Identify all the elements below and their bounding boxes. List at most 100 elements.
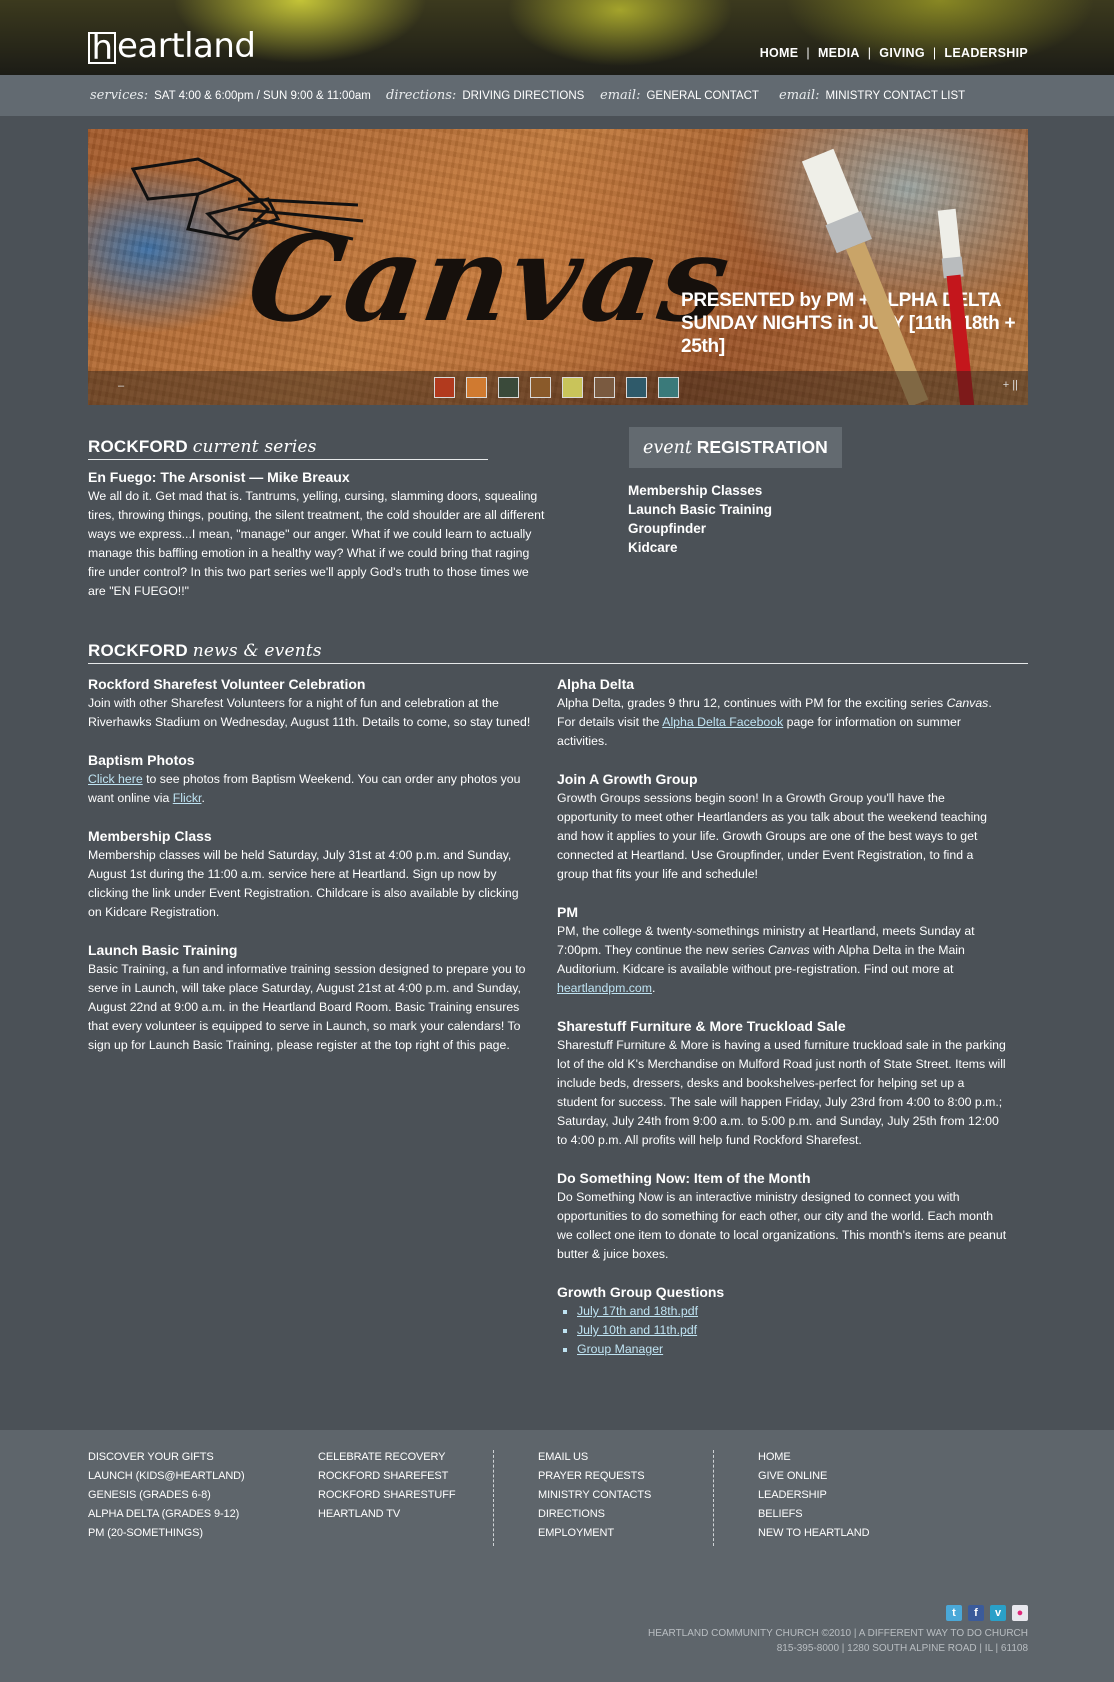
news-item-text: Alpha Delta, grades 9 thru 12, continues… [557,696,947,710]
slideshow-controls[interactable]: + || [1003,379,1018,391]
vimeo-icon[interactable]: v [990,1605,1006,1621]
footer-link[interactable]: NEW TO HEARTLAND [758,1524,870,1543]
footer-link[interactable]: GENESIS (GRADES 6-8) [88,1486,245,1505]
slide-thumbnail-3[interactable] [498,377,519,398]
address-line: 815-395-8000 | 1280 SOUTH ALPINE ROAD | … [776,1643,1028,1654]
file-link-july-10-11[interactable]: July 10th and 11th.pdf [577,1323,697,1337]
news-item-text: . [652,981,656,995]
ministry-contact-list-link[interactable]: MINISTRY CONTACT LIST [825,90,965,102]
footer-column-programs: CELEBRATE RECOVERY ROCKFORD SHAREFEST RO… [318,1448,456,1524]
general-contact-link[interactable]: GENERAL CONTACT [646,90,758,102]
slide-thumbnail-5[interactable] [562,377,583,398]
baptism-photos-click-here-link[interactable]: Click here [88,772,143,786]
news-item-growth-group-questions: Growth Group Questions July 17th and 18t… [557,1283,1007,1359]
growth-group-files-list: July 17th and 18th.pdf July 10th and 11t… [557,1302,1007,1359]
directions-info: directions: DRIVING DIRECTIONS [386,88,584,103]
current-series-heading-bold: ROCKFORD [88,437,188,456]
services-times: SAT 4:00 & 6:00pm / SUN 9:00 & 11:00am [154,90,371,102]
news-item-body: Join with other Sharefest Volunteers for… [88,696,531,729]
news-heading-script: news & events [192,641,322,661]
footer-link[interactable]: PM (20-SOMETHINGS) [88,1524,245,1543]
kidcare-link[interactable]: Kidcare [628,538,772,557]
slide-thumbnail-8[interactable] [658,377,679,398]
nav-media[interactable]: MEDIA [818,46,860,60]
news-item-sharefest-celebration: Rockford Sharefest Volunteer Celebration… [88,675,533,732]
event-heading-script: event [643,438,692,458]
current-series: En Fuego: The Arsonist — Mike Breaux We … [88,468,548,601]
news-item-body: Sharestuff Furniture & More is having a … [557,1038,1006,1147]
flickr-icon[interactable]: ● [1012,1605,1028,1621]
footer-link[interactable]: HOME [758,1448,869,1467]
groupfinder-link[interactable]: Groupfinder [628,519,772,538]
news-item-alpha-delta: Alpha Delta Alpha Delta, grades 9 thru 1… [557,675,1007,751]
footer-link[interactable]: EMPLOYMENT [538,1524,651,1543]
news-item-title: Join A Growth Group [557,771,698,787]
news-item-body: Basic Training, a fun and informative tr… [88,962,526,1052]
footer-link[interactable]: BELIEFS [758,1505,869,1524]
launch-basic-training-link[interactable]: Launch Basic Training [628,500,772,519]
alpha-delta-facebook-link[interactable]: Alpha Delta Facebook [662,715,783,729]
flickr-link[interactable]: Flickr [173,791,202,805]
membership-classes-link[interactable]: Membership Classes [628,481,772,500]
news-item-launch-basic-training: Launch Basic Training Basic Training, a … [88,941,533,1055]
news-item-sharestuff-sale: Sharestuff Furniture & More Truckload Sa… [557,1017,1007,1150]
nav-separator: | [867,46,872,60]
footer-link[interactable]: ROCKFORD SHAREFEST [318,1467,455,1486]
facebook-icon[interactable]: f [968,1605,984,1621]
heartland-logo[interactable]: h eartland [88,26,256,66]
driving-directions-link[interactable]: DRIVING DIRECTIONS [462,90,584,102]
footer-link[interactable]: HEARTLAND TV [318,1505,455,1524]
footer-link[interactable]: GIVE ONLINE [758,1467,869,1486]
file-link-july-17-18[interactable]: July 17th and 18th.pdf [577,1304,698,1318]
email-label: email: [779,88,820,103]
info-bar: services: SAT 4:00 & 6:00pm / SUN 9:00 & … [0,75,1114,116]
news-item-title: Rockford Sharefest Volunteer Celebration [88,676,366,692]
heartlandpm-link[interactable]: heartlandpm.com [557,981,652,995]
footer-column-contact: EMAIL US PRAYER REQUESTS MINISTRY CONTAC… [538,1448,651,1543]
event-registration-heading: event REGISTRATION [629,427,842,468]
footer-link[interactable]: EMAIL US [538,1448,651,1467]
nav-separator: | [932,46,937,60]
footer-link[interactable]: ROCKFORD SHARESTUFF [318,1486,456,1505]
news-item-body: Membership classes will be held Saturday… [88,848,519,919]
news-heading-bold: ROCKFORD [88,641,188,660]
news-item-title: PM [557,904,578,920]
nav-separator: | [806,46,810,60]
nav-home[interactable]: HOME [760,46,799,60]
footer-link[interactable]: DISCOVER YOUR GIFTS [88,1448,245,1467]
social-links: t f v ● [946,1605,1028,1621]
copyright-line: HEARTLAND COMMUNITY CHURCH ©2010 | A DIF… [647,1628,1028,1639]
slide-thumbnail-1[interactable] [434,377,455,398]
footer-link[interactable]: CELEBRATE RECOVERY [318,1448,455,1467]
footer-link[interactable]: MINISTRY CONTACTS [538,1486,651,1505]
footer-link[interactable]: PRAYER REQUESTS [538,1467,651,1486]
slide-thumbnail-4[interactable] [530,377,551,398]
slideshow-prev-button[interactable]: – [118,380,124,392]
footer-link[interactable]: LAUNCH (KIDS@HEARTLAND) [88,1467,245,1486]
feature-banner[interactable]: Canvas PRESENTED by PM + ALPHA DELTA SUN… [88,129,1028,405]
logo-text: eartland [117,26,256,66]
footer-link[interactable]: DIRECTIONS [538,1505,651,1524]
footer-column-about: HOME GIVE ONLINE LEADERSHIP BELIEFS NEW … [758,1448,870,1543]
slide-thumbnail-2[interactable] [466,377,487,398]
nav-giving[interactable]: GIVING [879,46,925,60]
slideshow-thumbnail-strip: – + || [88,371,1028,405]
nav-leadership[interactable]: LEADERSHIP [944,46,1028,60]
banner-title: Canvas [240,209,740,348]
group-manager-link[interactable]: Group Manager [577,1342,663,1356]
footer-divider [713,1450,714,1546]
news-item-title: Alpha Delta [557,676,635,692]
news-item-text: to see photos from Baptism Weekend. You … [88,772,521,805]
slide-thumbnail-6[interactable] [594,377,615,398]
paintbrushes-illustration [801,148,976,405]
event-registration-links: Membership Classes Launch Basic Training… [628,481,772,557]
news-item-title: Sharestuff Furniture & More Truckload Sa… [557,1018,846,1034]
services-info: services: SAT 4:00 & 6:00pm / SUN 9:00 & … [90,88,371,103]
footer-link[interactable]: ALPHA DELTA (GRADES 9-12) [88,1505,245,1524]
footer-link[interactable]: LEADERSHIP [758,1486,869,1505]
twitter-icon[interactable]: t [946,1605,962,1621]
slide-thumbnail-7[interactable] [626,377,647,398]
news-item-body: Do Something Now is an interactive minis… [557,1190,1007,1261]
email-general-info: email: GENERAL CONTACT [600,88,759,103]
news-item-pm: PM PM, the college & twenty-somethings m… [557,903,1007,998]
